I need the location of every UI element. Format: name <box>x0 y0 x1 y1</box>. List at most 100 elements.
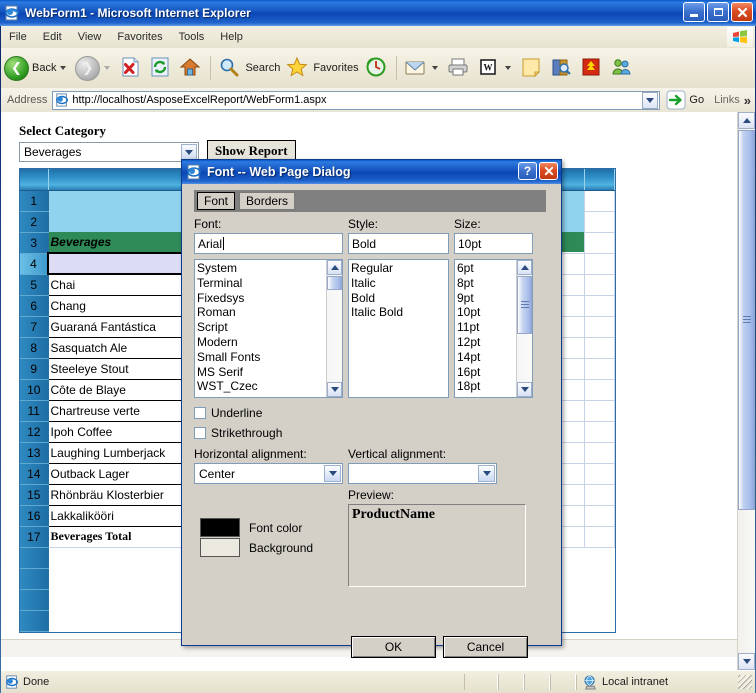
category-select[interactable]: Beverages <box>19 142 199 162</box>
column-header-g[interactable] <box>584 169 615 191</box>
empty-cell[interactable] <box>583 315 615 338</box>
size-input[interactable]: 10pt <box>454 233 533 254</box>
history-button[interactable] <box>362 51 392 85</box>
row-header-14[interactable]: 14 <box>20 463 49 485</box>
people-button[interactable] <box>607 51 637 85</box>
notes-button[interactable] <box>517 51 547 85</box>
tab-borders[interactable]: Borders <box>239 192 296 210</box>
scroll-thumb[interactable] <box>738 130 755 510</box>
menu-view[interactable]: View <box>70 29 110 45</box>
dialog-help-button[interactable]: ? <box>518 162 537 180</box>
list-item[interactable]: Italic Bold <box>351 305 448 320</box>
toolbar-overflow-icon[interactable]: » <box>744 93 755 108</box>
chevron-down-icon[interactable] <box>181 144 197 160</box>
size-listbox[interactable]: 6pt 8pt 9pt 10pt 11pt 12pt 14pt 16pt 18p… <box>454 259 533 398</box>
messenger-button[interactable] <box>577 51 607 85</box>
forward-dropdown-icon[interactable] <box>104 66 111 70</box>
resize-grip[interactable] <box>738 675 752 689</box>
list-item[interactable]: MS Serif <box>197 365 342 380</box>
list-item[interactable]: Roman <box>197 305 342 320</box>
font-list-scrollbar[interactable] <box>326 260 342 397</box>
row-header-16[interactable]: 16 <box>20 505 49 527</box>
chevron-down-icon[interactable] <box>478 465 495 482</box>
ok-button[interactable]: OK <box>351 636 436 658</box>
empty-cell[interactable] <box>583 210 615 233</box>
empty-cell[interactable] <box>583 462 615 485</box>
row-header-10[interactable]: 10 <box>20 379 49 401</box>
row-header-7[interactable]: 7 <box>20 316 49 338</box>
row-header-15[interactable]: 15 <box>20 484 49 506</box>
favorites-button[interactable]: Favorites <box>283 51 361 85</box>
empty-cell[interactable] <box>583 231 615 254</box>
horizontal-alignment-select[interactable]: Center <box>194 463 343 484</box>
font-input[interactable]: Arial <box>194 233 343 254</box>
row-header-4[interactable]: 4 <box>20 253 49 275</box>
list-item[interactable]: Script <box>197 320 342 335</box>
menu-tools[interactable]: Tools <box>171 29 213 45</box>
row-header-6[interactable]: 6 <box>20 295 49 317</box>
row-header-8[interactable]: 8 <box>20 337 49 359</box>
address-input[interactable]: http://localhost/AsposeExcelReport/WebFo… <box>52 90 661 110</box>
close-button[interactable] <box>731 2 753 22</box>
scroll-up-icon[interactable] <box>738 112 755 129</box>
research-button[interactable] <box>547 51 577 85</box>
strikethrough-checkbox-row[interactable]: Strikethrough <box>194 426 282 440</box>
style-listbox[interactable]: Regular Italic Bold Italic Bold <box>348 259 449 398</box>
empty-cell[interactable] <box>583 504 615 527</box>
chevron-down-icon[interactable] <box>324 465 341 482</box>
list-item[interactable]: Small Fonts <box>197 350 342 365</box>
empty-cell[interactable] <box>583 483 615 506</box>
scroll-thumb[interactable] <box>327 276 342 290</box>
font-color-swatch[interactable] <box>200 518 240 537</box>
empty-cell[interactable] <box>583 189 615 212</box>
strikethrough-checkbox[interactable] <box>194 427 206 439</box>
empty-cell[interactable] <box>583 294 615 317</box>
forward-button[interactable]: ❯ <box>72 51 116 85</box>
empty-cell[interactable] <box>583 441 615 464</box>
menu-file[interactable]: File <box>1 29 35 45</box>
scroll-down-icon[interactable] <box>517 382 532 397</box>
font-listbox[interactable]: System Terminal Fixedsys Roman Script Mo… <box>194 259 343 398</box>
vertical-alignment-select[interactable] <box>348 463 497 484</box>
empty-cell[interactable] <box>583 420 615 443</box>
scroll-up-icon[interactable] <box>517 260 532 275</box>
word-dropdown-icon[interactable] <box>504 66 511 70</box>
scroll-down-icon[interactable] <box>738 653 755 670</box>
row-header-blank[interactable] <box>20 589 49 611</box>
links-label[interactable]: Links <box>710 94 744 106</box>
scroll-thumb[interactable] <box>517 276 532 334</box>
empty-cell[interactable] <box>583 252 615 275</box>
list-item[interactable]: Bold <box>351 291 448 306</box>
empty-cell[interactable] <box>583 336 615 359</box>
menu-favorites[interactable]: Favorites <box>109 29 170 45</box>
list-item[interactable]: Regular <box>351 261 448 276</box>
row-header-12[interactable]: 12 <box>20 421 49 443</box>
list-item[interactable]: Terminal <box>197 276 342 291</box>
size-list-scrollbar[interactable] <box>516 260 532 397</box>
go-button[interactable]: Go <box>660 90 710 110</box>
scroll-down-icon[interactable] <box>327 382 342 397</box>
mail-dropdown-icon[interactable] <box>431 66 438 70</box>
background-color-swatch[interactable] <box>200 538 240 557</box>
row-header-3[interactable]: 3 <box>20 232 49 254</box>
back-dropdown-icon[interactable] <box>60 66 67 70</box>
underline-checkbox-row[interactable]: Underline <box>194 406 262 420</box>
mail-button[interactable] <box>401 51 444 85</box>
page-vertical-scrollbar[interactable] <box>737 112 755 670</box>
security-zone[interactable]: Local intranet <box>576 674 738 690</box>
corner-cell[interactable] <box>20 169 49 191</box>
back-button[interactable]: ❮ Back <box>1 51 72 85</box>
print-button[interactable] <box>444 51 474 85</box>
style-input[interactable]: Bold <box>348 233 449 254</box>
search-button[interactable]: Search <box>215 51 283 85</box>
menu-help[interactable]: Help <box>212 29 251 45</box>
empty-cell[interactable] <box>583 273 615 296</box>
stop-button[interactable] <box>116 51 146 85</box>
row-header-5[interactable]: 5 <box>20 274 49 296</box>
list-item[interactable]: WST_Czec <box>197 379 342 394</box>
list-item[interactable]: System <box>197 261 342 276</box>
list-item[interactable]: Modern <box>197 335 342 350</box>
list-item[interactable]: Italic <box>351 276 448 291</box>
empty-cell[interactable] <box>583 525 615 548</box>
row-header-17[interactable]: 17 <box>20 526 49 548</box>
